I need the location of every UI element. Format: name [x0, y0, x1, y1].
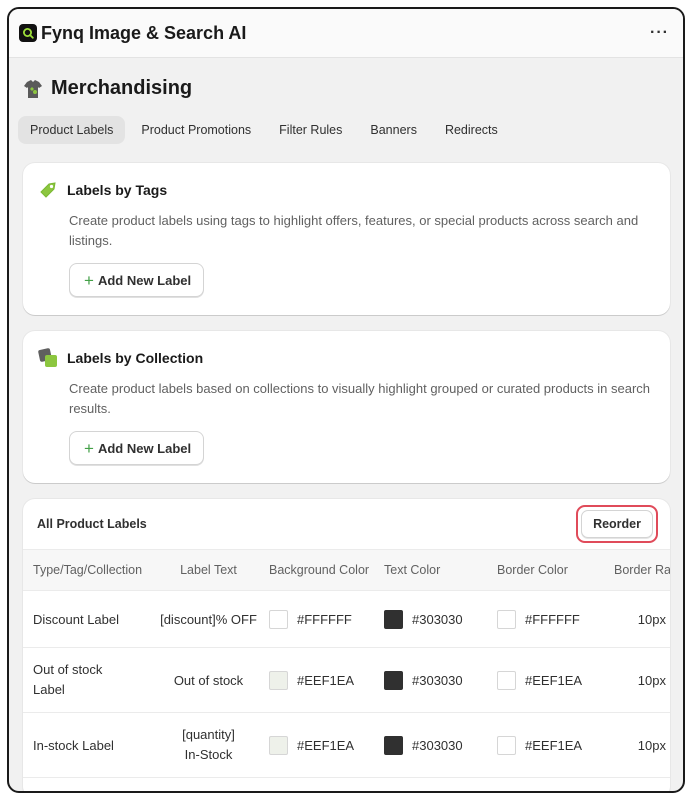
border-radius-cell: 10px — [637, 672, 666, 688]
tab-banners[interactable]: Banners — [358, 116, 429, 144]
column-header: Label Text — [180, 563, 237, 577]
color-swatch — [269, 609, 288, 629]
tab-filter-rules[interactable]: Filter Rules — [267, 116, 354, 144]
type-cell: Out of stock Label — [33, 662, 103, 697]
color-swatch — [269, 670, 288, 690]
color-swatch — [497, 609, 516, 629]
table-title: All Product Labels — [37, 517, 147, 531]
all-product-labels-card: All Product Labels Reorder Type/Tag/Coll… — [23, 499, 670, 791]
text-color-cell: #303030 — [374, 735, 487, 755]
label-text-cell: [quantity] In-Stock — [182, 727, 235, 762]
page-title: Merchandising — [51, 77, 193, 99]
tag-icon — [40, 182, 56, 198]
color-swatch — [384, 609, 403, 629]
background-color-cell: #FFFFFF — [260, 609, 374, 629]
add-collection-label-button[interactable]: + Add New Label — [69, 431, 205, 465]
tab-redirects[interactable]: Redirects — [433, 116, 510, 144]
table-row[interactable]: Out of stock Label Out of stock #EEF1EA … — [23, 648, 670, 713]
card-description: Create product labels using tags to high… — [69, 213, 639, 248]
tab-product-promotions[interactable]: Product Promotions — [129, 116, 263, 144]
color-value: #EEF1EA — [297, 672, 355, 688]
column-header: Type/Tag/Collection — [33, 563, 143, 577]
color-value: #303030 — [412, 737, 463, 753]
column-header: Border Radius — [614, 563, 670, 577]
color-value: #EEF1EA — [297, 737, 355, 753]
column-header: Background Color — [269, 563, 370, 577]
border-color-cell: #EEF1EA — [487, 670, 600, 690]
color-swatch — [384, 670, 403, 690]
card-title: Labels by Collection — [67, 350, 204, 366]
button-label: Add New Label — [97, 440, 192, 456]
merchandising-icon — [24, 79, 42, 98]
border-color-cell: #FFFFFF — [487, 609, 600, 629]
title-bar: Fynq Image & Search AI ··· — [9, 9, 683, 58]
color-value: #FFFFFF — [297, 611, 352, 627]
border-radius-cell: 10px — [637, 611, 666, 627]
tab-product-labels[interactable]: Product Labels — [18, 116, 126, 144]
color-swatch — [497, 735, 516, 755]
reorder-highlight: Reorder — [576, 505, 658, 543]
app-logo-icon — [19, 24, 37, 42]
border-radius-cell: 10px — [637, 737, 666, 753]
color-value: #303030 — [412, 672, 463, 688]
app-window: Fynq Image & Search AI ··· Merchandising… — [7, 7, 685, 793]
color-swatch — [497, 670, 516, 690]
button-label: Add New Label — [97, 272, 192, 288]
table-row[interactable]: In-stock Label [quantity] In-Stock #EEF1… — [23, 713, 670, 778]
color-value: #303030 — [412, 611, 463, 627]
type-cell: In-stock Label — [33, 737, 114, 753]
labels-by-collection-card: Labels by Collection Create product labe… — [23, 331, 670, 483]
label-text-cell: Out of stock — [173, 672, 244, 688]
color-value: #EEF1EA — [525, 737, 583, 753]
color-swatch — [384, 735, 403, 755]
collection-icon — [38, 348, 57, 367]
text-color-cell: #303030 — [374, 670, 487, 690]
label-text-cell: [discount]% OFF — [160, 611, 257, 627]
page-header: Merchandising — [9, 58, 683, 108]
border-color-cell: #EEF1EA — [487, 735, 600, 755]
type-cell: Discount Label — [33, 611, 119, 627]
card-title: Labels by Tags — [67, 182, 168, 198]
text-color-cell: #303030 — [374, 609, 487, 629]
background-color-cell: #EEF1EA — [260, 735, 374, 755]
column-header: Border Color — [497, 563, 568, 577]
table-row[interactable]: Discount Label [discount]% OFF #FFFFFF #… — [23, 591, 670, 648]
card-description: Create product labels based on collectio… — [69, 381, 651, 416]
add-tag-label-button[interactable]: + Add New Label — [69, 263, 205, 297]
color-value: #FFFFFF — [525, 611, 580, 627]
tab-bar: Product Labels Product Promotions Filter… — [9, 108, 683, 144]
table-header: Type/Tag/Collection Label Text Backgroun… — [23, 549, 670, 591]
reorder-button[interactable]: Reorder — [581, 510, 653, 538]
background-color-cell: #EEF1EA — [260, 670, 374, 690]
color-swatch — [269, 735, 288, 755]
color-value: #EEF1EA — [525, 672, 583, 688]
labels-by-tags-card: Labels by Tags Create product labels usi… — [23, 163, 670, 315]
column-header: Text Color — [384, 563, 441, 577]
plus-icon: + — [84, 438, 94, 458]
more-options-button[interactable]: ··· — [646, 20, 673, 46]
app-title: Fynq Image & Search AI — [41, 22, 247, 43]
plus-icon: + — [84, 270, 94, 290]
